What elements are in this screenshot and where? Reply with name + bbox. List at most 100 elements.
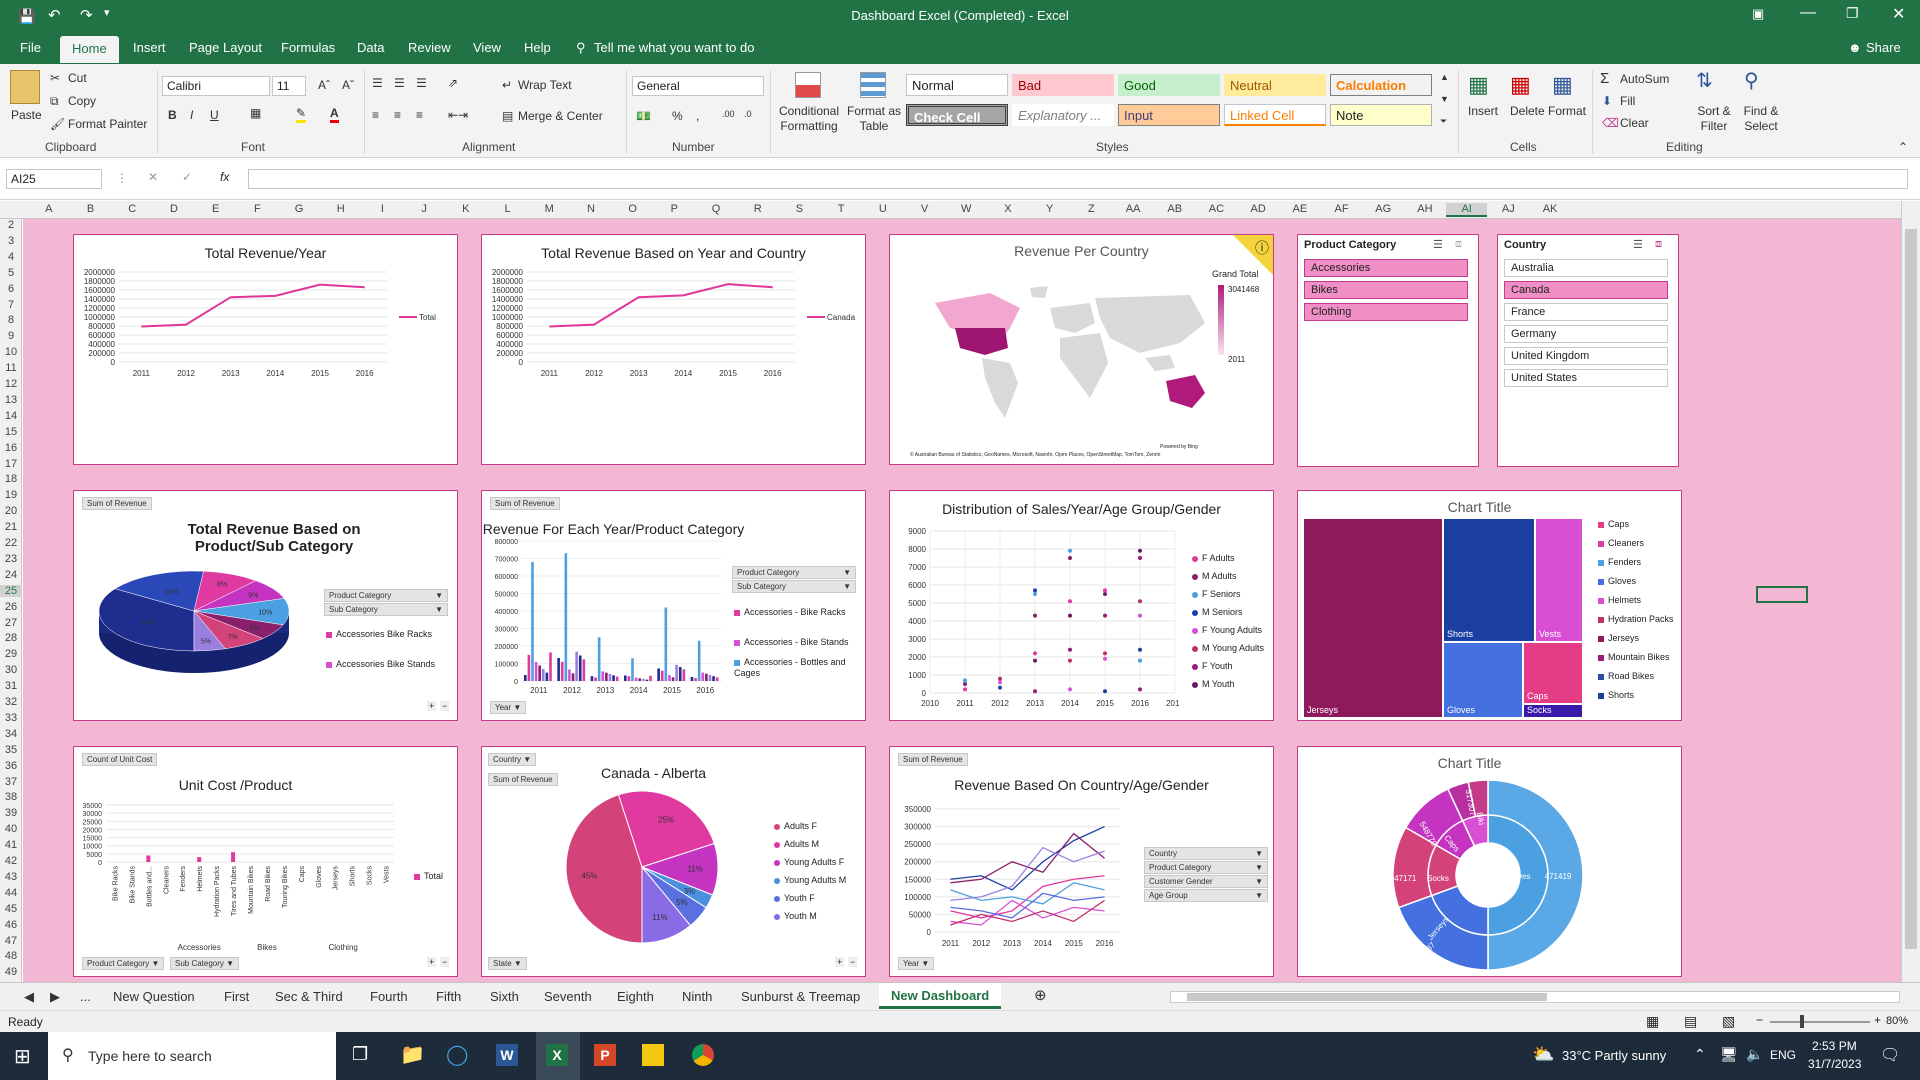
column-header[interactable]: H xyxy=(320,203,362,215)
bold-icon[interactable]: B xyxy=(168,108,177,122)
column-header[interactable]: AI xyxy=(1445,203,1488,217)
slicer-item[interactable]: Bikes xyxy=(1304,281,1468,299)
font-size-select[interactable]: 11 xyxy=(272,76,306,96)
sort-filter-button[interactable]: Sort & Filter xyxy=(1692,104,1736,134)
sheet-tab[interactable]: Sec & Third xyxy=(275,989,343,1004)
sheet-tab[interactable]: New Question xyxy=(113,989,195,1004)
column-header[interactable]: G xyxy=(278,203,320,215)
treemap-tile[interactable]: Vests xyxy=(1536,519,1582,641)
column-header[interactable]: AF xyxy=(1321,203,1363,215)
comma-icon[interactable]: , xyxy=(696,109,699,123)
volume-icon[interactable]: 🔈 xyxy=(1746,1046,1763,1063)
column-header[interactable]: Q xyxy=(695,203,737,215)
number-format-select[interactable]: General xyxy=(632,76,764,96)
info-icon[interactable]: ⓘ xyxy=(1255,238,1269,258)
row-header[interactable]: 11 xyxy=(0,362,22,374)
enter-icon[interactable]: ✓ xyxy=(182,170,192,184)
row-header[interactable]: 9 xyxy=(0,330,22,342)
axis-button-year[interactable]: Year ▼ xyxy=(898,957,935,970)
decrease-decimal-icon[interactable]: .0 xyxy=(744,109,752,119)
minimize-icon[interactable]: — xyxy=(1800,4,1816,22)
slicer-country[interactable]: Country ☰ ⧈ Australia Canada France Germ… xyxy=(1497,234,1679,467)
fill-button[interactable]: Fill xyxy=(1620,94,1635,108)
column-header[interactable]: C xyxy=(111,203,153,215)
zoom-slider[interactable] xyxy=(1770,1021,1870,1023)
tab-view[interactable]: View xyxy=(473,40,501,55)
collapse-field-icon[interactable]: − xyxy=(440,957,450,967)
row-header[interactable]: 31 xyxy=(0,680,22,692)
row-header[interactable]: 47 xyxy=(0,935,22,947)
conditional-formatting-button[interactable]: Conditional Formatting xyxy=(778,104,840,134)
tab-insert[interactable]: Insert xyxy=(133,40,166,55)
align-center-icon[interactable]: ≡ xyxy=(394,108,401,122)
column-header[interactable]: AE xyxy=(1279,203,1321,215)
row-header[interactable]: 37 xyxy=(0,776,22,788)
language-indicator[interactable]: ENG xyxy=(1770,1048,1796,1062)
page-layout-view-icon[interactable]: ▤ xyxy=(1684,1013,1697,1030)
style-neutral[interactable]: Neutral xyxy=(1224,74,1326,96)
style-linked-cell[interactable]: Linked Cell xyxy=(1224,104,1326,126)
style-good[interactable]: Good xyxy=(1118,74,1220,96)
chart-revenue-year-product-category[interactable]: Sum of Revenue Revenue For Each Year/Pro… xyxy=(481,490,866,721)
chart-treemap[interactable]: Chart Title Jerseys Shorts Vests Gloves Caps… xyxy=(1297,490,1682,721)
normal-view-icon[interactable]: ▦ xyxy=(1646,1013,1659,1030)
align-left-icon[interactable]: ≡ xyxy=(372,108,379,122)
tab-data[interactable]: Data xyxy=(357,40,384,55)
merge-center-button[interactable]: Merge & Center xyxy=(518,109,603,123)
find-select-button[interactable]: Find & Select xyxy=(1738,104,1784,134)
cancel-icon[interactable]: ✕ xyxy=(148,170,158,184)
currency-icon[interactable]: 💵 xyxy=(636,109,651,123)
treemap-tile[interactable]: Shorts xyxy=(1444,519,1534,641)
slicer-item[interactable]: Clothing xyxy=(1304,303,1468,321)
tray-chevron-icon[interactable]: ⌃ xyxy=(1694,1046,1706,1063)
scroll-tabs-left-icon[interactable]: ◀ xyxy=(24,989,34,1005)
row-header[interactable]: 38 xyxy=(0,791,22,803)
style-normal[interactable]: Normal xyxy=(906,74,1008,96)
underline-icon[interactable]: U xyxy=(210,108,219,122)
column-header[interactable]: R xyxy=(737,203,779,215)
row-header[interactable]: 18 xyxy=(0,473,22,485)
excel-icon[interactable]: X xyxy=(546,1044,568,1066)
grow-font-icon[interactable]: Aˆ xyxy=(318,78,330,92)
italic-icon[interactable]: I xyxy=(190,108,193,122)
filter-button-customer-gender[interactable]: Customer Gender ▼ xyxy=(1144,875,1268,888)
sheet-tab[interactable]: Seventh xyxy=(544,989,592,1004)
style-note[interactable]: Note xyxy=(1330,104,1432,126)
slicer-item[interactable]: France xyxy=(1504,303,1668,321)
chart-sunburst[interactable]: Chart Title Gloves 471419 Socks 147171 Caps 5… xyxy=(1297,746,1682,977)
row-header[interactable]: 40 xyxy=(0,823,22,835)
column-header[interactable]: AH xyxy=(1404,203,1446,215)
row-header[interactable]: 8 xyxy=(0,314,22,326)
font-name-select[interactable]: Calibri xyxy=(162,76,270,96)
paste-icon[interactable] xyxy=(10,70,40,104)
wrap-text-button[interactable]: Wrap Text xyxy=(518,78,572,92)
expand-field-icon[interactable]: + xyxy=(835,957,845,967)
tell-me-search[interactable]: Tell me what you want to do xyxy=(594,40,754,55)
row-header[interactable]: 33 xyxy=(0,712,22,724)
zoom-in-icon[interactable]: + xyxy=(1874,1013,1881,1027)
row-header[interactable]: 23 xyxy=(0,553,22,565)
row-header[interactable]: 7 xyxy=(0,299,22,311)
collapse-ribbon-icon[interactable]: ⌃ xyxy=(1898,140,1908,154)
row-header[interactable]: 20 xyxy=(0,505,22,517)
row-header[interactable]: 15 xyxy=(0,426,22,438)
column-header[interactable]: AJ xyxy=(1488,203,1530,215)
filter-button-sub-category[interactable]: Sub Category ▼ xyxy=(732,580,856,593)
align-right-icon[interactable]: ≡ xyxy=(416,108,423,122)
column-header[interactable]: U xyxy=(862,203,904,215)
map-revenue-per-country[interactable]: Revenue Per Country ⓘ Grand Total 304146… xyxy=(889,234,1274,465)
name-box[interactable]: AI25 xyxy=(6,169,102,189)
column-header[interactable]: F xyxy=(237,203,279,215)
column-header[interactable]: I xyxy=(362,203,404,215)
style-explanatory[interactable]: Explanatory ... xyxy=(1012,104,1114,126)
zoom-slider-thumb[interactable] xyxy=(1800,1015,1804,1028)
page-break-view-icon[interactable]: ▧ xyxy=(1722,1013,1735,1030)
orientation-icon[interactable]: ⇗ xyxy=(448,76,458,90)
row-header[interactable]: 16 xyxy=(0,442,22,454)
restore-icon[interactable]: ❐ xyxy=(1846,5,1859,22)
column-header[interactable]: AG xyxy=(1362,203,1404,215)
column-header[interactable]: S xyxy=(779,203,821,215)
align-middle-icon[interactable]: ☰ xyxy=(394,76,405,90)
chart-total-revenue-year[interactable]: Total Revenue/Year 0 200000 400000 600000 80… xyxy=(73,234,458,465)
filter-button-state[interactable]: State ▼ xyxy=(488,957,527,970)
